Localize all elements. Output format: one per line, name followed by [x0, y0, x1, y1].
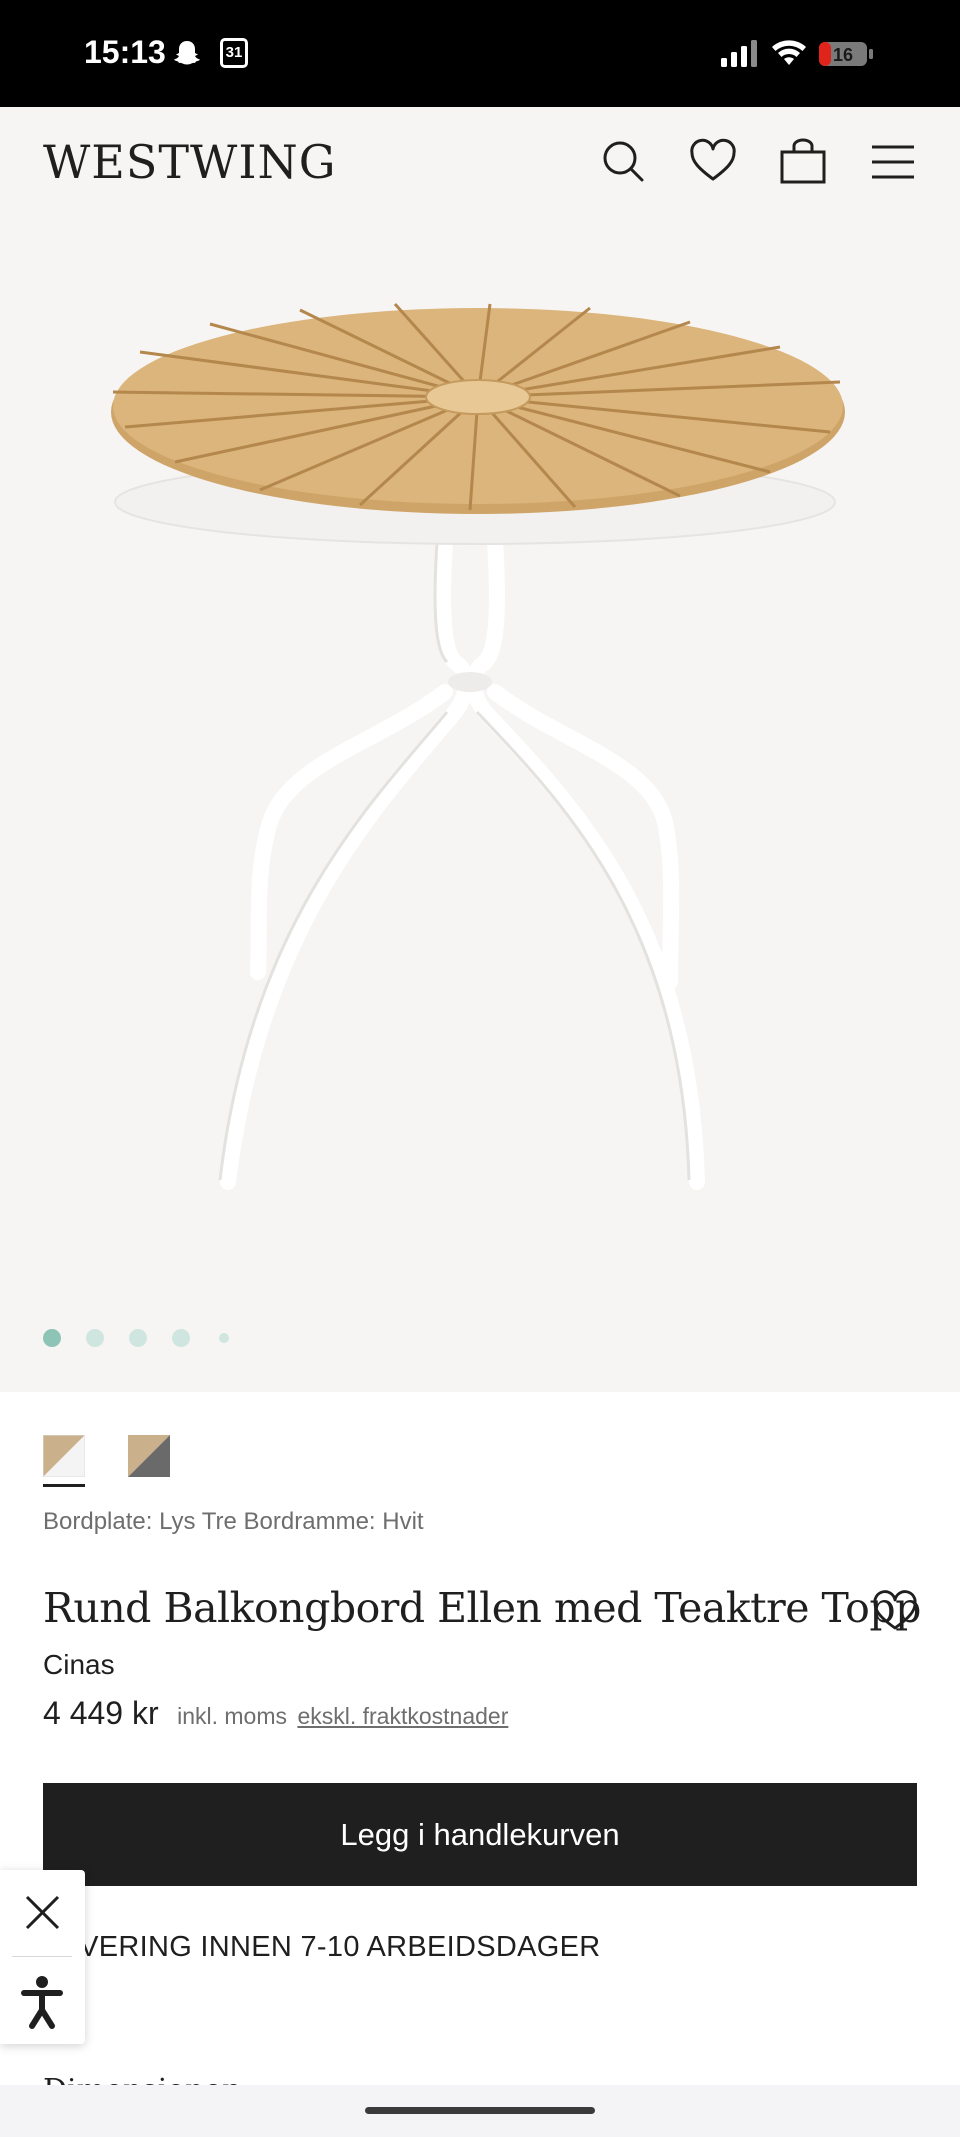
status-bar: 15:13 31 16 — [0, 0, 960, 107]
accessibility-widget — [0, 1870, 85, 2044]
product-brand[interactable]: Cinas — [43, 1649, 115, 1681]
product-title: Rund Balkongbord Ellen med Teaktre Topp — [43, 1584, 921, 1632]
westwing-logo[interactable]: WESTWING — [43, 135, 337, 189]
product-image-gallery[interactable] — [0, 222, 960, 1392]
accessibility-icon[interactable] — [0, 1958, 85, 2044]
snapchat-ghost-icon — [174, 41, 200, 65]
product-image — [111, 303, 845, 1190]
price-row: 4 449 kr inkl. moms ekskl. fraktkostnade… — [43, 1695, 508, 1735]
swatch-light-wood-grey[interactable] — [128, 1435, 170, 1477]
close-icon[interactable] — [0, 1870, 85, 1956]
status-time: 15:13 — [84, 34, 166, 70]
battery-icon: 16 — [819, 42, 873, 66]
vat-note: inkl. moms — [177, 1703, 287, 1729]
add-to-cart-button[interactable]: Legg i handlekurven — [43, 1783, 917, 1886]
gallery-dot-5[interactable] — [219, 1333, 229, 1343]
home-indicator[interactable] — [365, 2107, 595, 2114]
shopping-bag-icon[interactable] — [778, 137, 828, 187]
battery-level: 16 — [833, 45, 853, 65]
calendar-icon: 31 — [220, 38, 248, 68]
swatch-light-wood-white[interactable] — [43, 1435, 85, 1477]
wishlist-heart-icon[interactable] — [872, 1590, 918, 1632]
gallery-dot-3[interactable] — [129, 1329, 147, 1347]
gallery-dot-2[interactable] — [86, 1329, 104, 1347]
heart-icon[interactable] — [688, 137, 738, 187]
search-icon[interactable] — [598, 137, 648, 187]
delivery-info: LEVERING INNEN 7-10 ARBEIDSDAGER — [43, 1931, 601, 1963]
widget-divider — [12, 1956, 72, 1957]
variant-label: Bordplate: Lys Tre Bordramme: Hvit — [43, 1508, 424, 1535]
selected-swatch-indicator — [43, 1484, 85, 1487]
product-price: 4 449 kr — [43, 1695, 159, 1731]
calendar-day: 31 — [225, 44, 243, 61]
site-header: WESTWING — [0, 107, 960, 222]
wifi-icon — [772, 40, 806, 65]
shipping-costs-link[interactable]: ekskl. fraktkostnader — [297, 1703, 508, 1729]
gallery-dot-1[interactable] — [43, 1329, 61, 1347]
menu-icon[interactable] — [868, 137, 918, 187]
signal-icon — [721, 40, 757, 67]
gallery-dot-4[interactable] — [172, 1329, 190, 1347]
